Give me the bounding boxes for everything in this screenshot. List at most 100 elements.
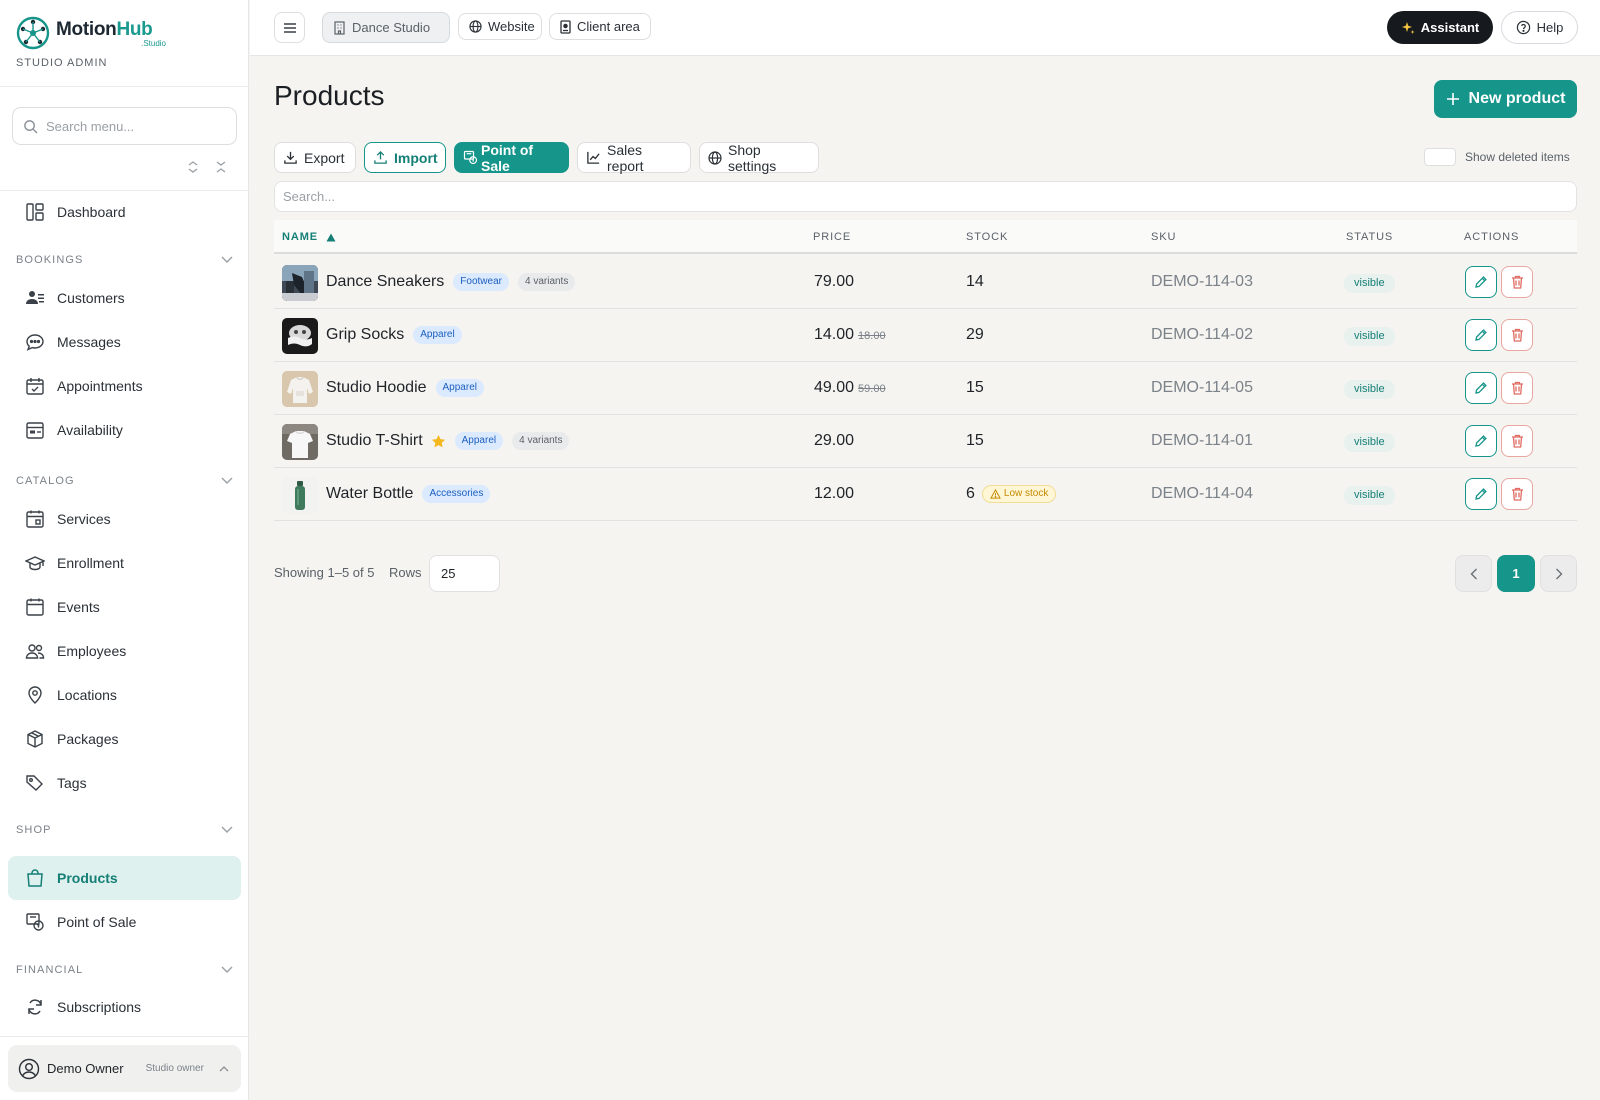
motionhub-logo-icon xyxy=(16,16,50,50)
chevron-down-icon xyxy=(221,966,233,974)
sales-report-button[interactable]: Sales report xyxy=(577,142,691,174)
trash-icon xyxy=(1511,487,1524,501)
pencil-icon xyxy=(1474,275,1488,289)
help-button[interactable]: Help xyxy=(1501,11,1578,44)
sidebar-item-products[interactable]: Products xyxy=(8,856,241,900)
export-button[interactable]: Export xyxy=(274,142,356,173)
price-cell: 14.00 18.00 xyxy=(814,326,886,344)
sidebar-item-services[interactable]: Services xyxy=(8,497,241,541)
section-financial[interactable]: FINANCIAL xyxy=(16,960,233,980)
chevron-up-icon xyxy=(219,1065,229,1072)
product-name: Studio T-Shirt xyxy=(326,432,423,449)
sidebar-item-events[interactable]: Events xyxy=(8,585,241,629)
expand-all-icon[interactable] xyxy=(186,160,200,174)
new-product-button[interactable]: New product xyxy=(1434,80,1577,118)
product-name: Water Bottle xyxy=(326,485,414,502)
previous-page-button[interactable] xyxy=(1455,555,1492,592)
user-menu[interactable]: Demo Owner Studio owner xyxy=(8,1045,241,1092)
section-label: SHOP xyxy=(16,824,52,836)
product-name-cell[interactable]: Studio T-Shirt Apparel 4 variants xyxy=(326,432,570,450)
sidebar-item-dashboard[interactable]: Dashboard xyxy=(8,190,241,234)
pos-register-icon xyxy=(24,911,46,933)
product-thumbnail-sneakers xyxy=(282,265,318,301)
sidebar-item-messages[interactable]: Messages xyxy=(8,320,241,364)
product-name-cell[interactable]: Water Bottle Accessories xyxy=(326,485,491,503)
assistant-button[interactable]: Assistant xyxy=(1387,11,1493,44)
sidebar-item-subscriptions[interactable]: Subscriptions xyxy=(8,985,241,1029)
section-label: BOOKINGS xyxy=(16,254,84,266)
table-row[interactable]: Dance Sneakers Footwear 4 variants 79.00… xyxy=(274,256,1577,309)
table-row[interactable]: Studio Hoodie Apparel 49.00 59.00 15 DEMO… xyxy=(274,362,1577,415)
sidebar-item-tags[interactable]: Tags xyxy=(8,761,241,805)
column-header-status[interactable]: STATUS xyxy=(1346,231,1393,243)
menu-search-box[interactable] xyxy=(12,107,237,145)
divider xyxy=(0,86,249,87)
shop-settings-button[interactable]: Shop settings xyxy=(699,142,819,174)
variants-badge: 4 variants xyxy=(512,432,570,450)
sidebar-item-locations[interactable]: Locations xyxy=(8,673,241,717)
sidebar-item-enrollment[interactable]: Enrollment xyxy=(8,541,241,585)
column-header-price[interactable]: PRICE xyxy=(813,231,851,243)
stock-value: 6 xyxy=(966,485,975,502)
menu-search-input[interactable] xyxy=(46,118,216,134)
building-icon xyxy=(333,20,346,35)
table-row[interactable]: Grip Socks Apparel 14.00 18.00 29 DEMO-11… xyxy=(274,309,1577,362)
delete-button[interactable] xyxy=(1501,266,1533,298)
delete-button[interactable] xyxy=(1501,425,1533,457)
column-header-name[interactable]: NAME xyxy=(282,231,336,243)
showing-count: Showing 1–5 of 5 xyxy=(274,565,375,580)
section-catalog[interactable]: CATALOG xyxy=(16,471,233,491)
low-stock-label: Low stock xyxy=(1003,488,1049,499)
trash-icon xyxy=(1511,434,1524,448)
sidebar-item-packages[interactable]: Packages xyxy=(8,717,241,761)
rows-per-page-input[interactable] xyxy=(429,555,500,592)
sidebar-item-availability[interactable]: Availability xyxy=(8,408,241,452)
price-cell: 49.00 59.00 xyxy=(814,379,886,397)
table-row[interactable]: Water Bottle Accessories 12.00 6 Low sto… xyxy=(274,468,1577,521)
edit-button[interactable] xyxy=(1465,372,1497,404)
show-deleted-toggle[interactable]: Show deleted items xyxy=(1424,148,1570,166)
studio-selector-button[interactable]: Dance Studio xyxy=(322,12,450,43)
show-deleted-checkbox[interactable] xyxy=(1424,148,1456,166)
sidebar-item-employees[interactable]: Employees xyxy=(8,629,241,673)
brand-name-part-a: Motion xyxy=(56,19,117,40)
product-name-cell[interactable]: Grip Socks Apparel xyxy=(326,326,462,344)
menu-toggle-button[interactable] xyxy=(274,12,305,43)
sidebar-item-point-of-sale[interactable]: Point of Sale xyxy=(8,900,241,944)
availability-calendar-icon xyxy=(24,419,46,441)
delete-button[interactable] xyxy=(1501,372,1533,404)
sidebar-item-customers[interactable]: Customers xyxy=(8,276,241,320)
section-shop[interactable]: SHOP xyxy=(16,820,233,840)
sidebar-item-appointments[interactable]: Appointments xyxy=(8,364,241,408)
delete-button[interactable] xyxy=(1501,478,1533,510)
website-button[interactable]: Website xyxy=(458,13,542,40)
edit-button[interactable] xyxy=(1465,319,1497,351)
next-page-button[interactable] xyxy=(1540,555,1577,592)
product-name-cell[interactable]: Studio Hoodie Apparel xyxy=(326,379,484,397)
edit-button[interactable] xyxy=(1465,425,1497,457)
product-thumbnail-bottle xyxy=(282,477,318,513)
edit-button[interactable] xyxy=(1465,266,1497,298)
client-area-button[interactable]: Client area xyxy=(549,13,651,40)
sidebar-item-label: Subscriptions xyxy=(57,999,142,1015)
download-icon xyxy=(283,150,298,165)
stock-cell: 14 xyxy=(966,273,984,291)
product-name: Dance Sneakers xyxy=(326,273,445,290)
studio-name: Dance Studio xyxy=(352,20,431,35)
hamburger-icon xyxy=(283,22,297,34)
delete-button[interactable] xyxy=(1501,319,1533,351)
point-of-sale-button[interactable]: Point of Sale xyxy=(454,142,569,174)
export-label: Export xyxy=(304,149,345,166)
collapse-all-icon[interactable] xyxy=(214,160,228,174)
user-role: Studio owner xyxy=(145,1063,204,1074)
edit-button[interactable] xyxy=(1465,478,1497,510)
product-name-cell[interactable]: Dance Sneakers Footwear 4 variants xyxy=(326,273,576,291)
import-button[interactable]: Import xyxy=(364,142,446,173)
column-header-stock[interactable]: STOCK xyxy=(966,231,1008,243)
table-row[interactable]: Studio T-Shirt Apparel 4 variants 29.00 … xyxy=(274,415,1577,468)
product-search-input[interactable] xyxy=(274,181,1577,212)
page-button-current[interactable]: 1 xyxy=(1497,555,1535,592)
column-header-sku[interactable]: SKU xyxy=(1151,231,1176,243)
section-bookings[interactable]: BOOKINGS xyxy=(16,250,233,270)
brand-logo[interactable]: MotionHub .Studio xyxy=(16,16,166,50)
